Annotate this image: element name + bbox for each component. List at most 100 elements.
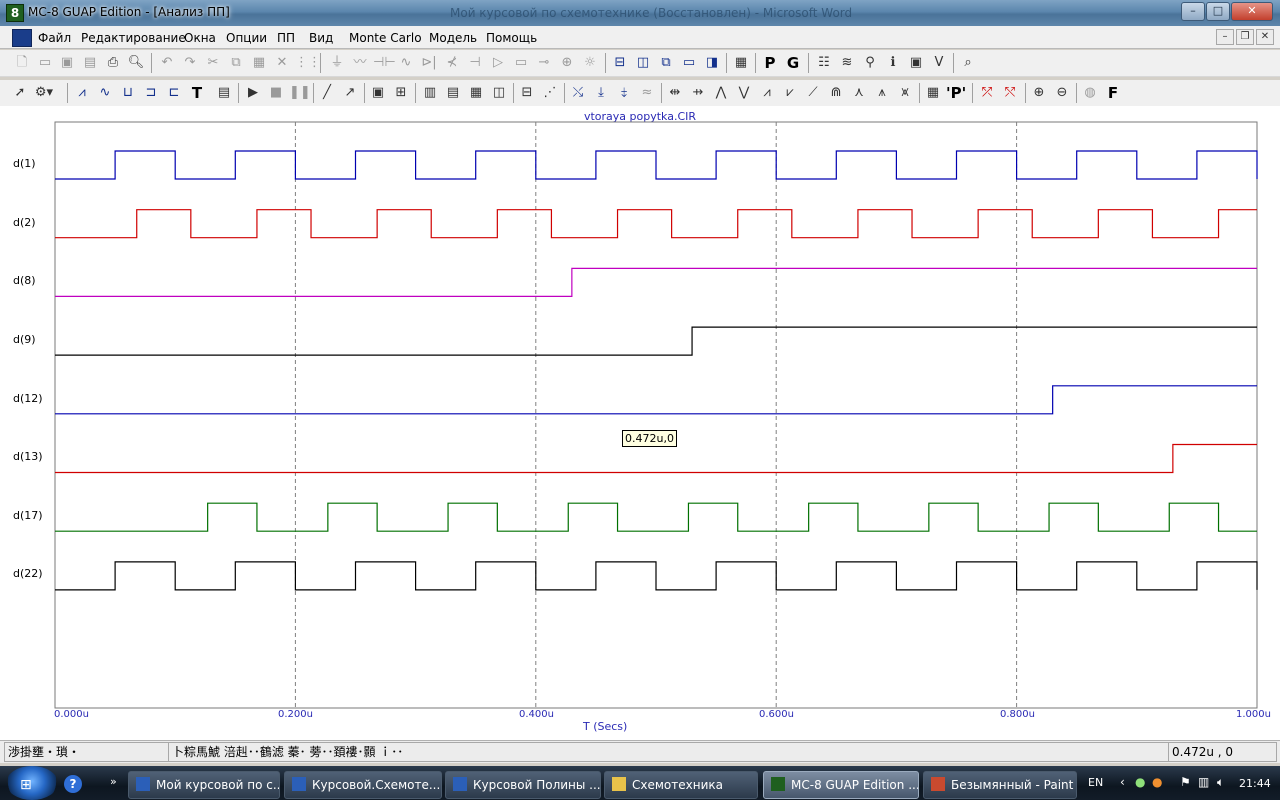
- cursor-y-icon[interactable]: ⤲: [1000, 83, 1020, 103]
- macro-icon[interactable]: ▭: [511, 53, 531, 73]
- save-all-icon[interactable]: ▤: [80, 53, 100, 73]
- pause-icon[interactable]: ❚❚: [289, 83, 311, 103]
- globe-icon[interactable]: ◍: [1080, 83, 1100, 103]
- high-icon[interactable]: ⩘: [757, 83, 777, 103]
- close-button[interactable]: ✕: [1231, 2, 1273, 21]
- resistor-icon[interactable]: 〰: [350, 53, 370, 73]
- redo-icon[interactable]: ↷: [180, 53, 200, 73]
- tray-app-icon[interactable]: ●: [1135, 775, 1145, 789]
- help-icon[interactable]: ?: [64, 775, 82, 793]
- waveform-chart[interactable]: [0, 106, 1280, 740]
- new-file-icon[interactable]: 🗋: [12, 53, 32, 73]
- scale-icon[interactable]: ⩘: [72, 83, 92, 103]
- p-key-icon[interactable]: P: [760, 53, 780, 73]
- capacitor-icon[interactable]: ⊣⊢: [373, 53, 396, 73]
- menu-edit[interactable]: Редактирование: [81, 31, 186, 45]
- horizontal-grid-icon[interactable]: ▤: [443, 83, 463, 103]
- tag-icon[interactable]: ⊐: [141, 83, 161, 103]
- tokens-icon[interactable]: ⋰: [540, 83, 560, 103]
- volume-icon[interactable]: 🔈︎: [1217, 775, 1224, 790]
- menu-monte-carlo[interactable]: Monte Carlo: [349, 31, 422, 45]
- baseline-icon[interactable]: ⊟: [517, 83, 537, 103]
- wire-icon[interactable]: ⊸: [534, 53, 554, 73]
- voltage-drop-icon[interactable]: V: [929, 53, 949, 73]
- inductor-icon[interactable]: ∿: [396, 53, 416, 73]
- start-button[interactable]: [6, 766, 58, 800]
- zoom-in-icon[interactable]: ⊕: [1029, 83, 1049, 103]
- select-all-icon[interactable]: ⋮⋮: [295, 53, 321, 73]
- source-icon[interactable]: ☼: [580, 53, 600, 73]
- open-folder-icon[interactable]: ▭: [35, 53, 55, 73]
- minor-grid-icon[interactable]: ▦: [466, 83, 486, 103]
- language-indicator[interactable]: EN: [1088, 776, 1103, 789]
- tray-security-icon[interactable]: ●: [1152, 775, 1162, 789]
- properties-icon[interactable]: ▤: [214, 83, 234, 103]
- menu-view[interactable]: Вид: [309, 31, 333, 45]
- cut-icon[interactable]: ✂: [203, 53, 223, 73]
- global-high-icon[interactable]: ⋏: [849, 83, 869, 103]
- tray-flag-icon[interactable]: ⚑: [1180, 775, 1191, 789]
- split-window-icon[interactable]: ◨: [702, 53, 722, 73]
- auto-scale-icon[interactable]: ⊔: [118, 83, 138, 103]
- opamp-icon[interactable]: ▷: [488, 53, 508, 73]
- inflection-icon[interactable]: ⋒: [826, 83, 846, 103]
- taskbar-item-mc8[interactable]: MC-8 GUAP Edition ...: [763, 771, 919, 799]
- taskbar-item-word-1[interactable]: Мой курсовой по с...: [128, 771, 280, 799]
- taskbar-item-folder[interactable]: Схемотехника: [604, 771, 758, 799]
- diode-icon[interactable]: ⊳|: [419, 53, 439, 73]
- save-icon[interactable]: ▣: [57, 53, 77, 73]
- menu-windows[interactable]: Окна: [184, 31, 216, 45]
- menu-help[interactable]: Помощь: [486, 31, 537, 45]
- copy-icon[interactable]: ⧉: [226, 53, 246, 73]
- point-tag-icon[interactable]: ⊏: [164, 83, 184, 103]
- cursor-next-icon[interactable]: ⤓: [591, 83, 611, 103]
- select-cursor-icon[interactable]: ➚: [10, 83, 30, 103]
- g-key-icon[interactable]: G: [783, 53, 803, 73]
- run-icon[interactable]: ▶: [243, 83, 263, 103]
- plot-window-icon[interactable]: ▣: [906, 53, 926, 73]
- paste-icon[interactable]: ▦: [249, 53, 269, 73]
- cursor-smooth-icon[interactable]: ≈: [637, 83, 657, 103]
- cursor-x-icon[interactable]: ⤱: [977, 83, 997, 103]
- undo-icon[interactable]: ↶: [157, 53, 177, 73]
- cursor-prev-icon[interactable]: ⤈: [614, 83, 634, 103]
- waveform-icon[interactable]: ≋: [837, 53, 857, 73]
- taskbar-item-paint[interactable]: Безымянный - Paint: [923, 771, 1077, 799]
- print-icon[interactable]: ⎙: [103, 53, 123, 73]
- menu-options[interactable]: Опции: [226, 31, 267, 45]
- valley-icon[interactable]: ⋁: [734, 83, 754, 103]
- find-icon[interactable]: ⌕: [958, 53, 978, 73]
- probe-icon[interactable]: ⚲: [860, 53, 880, 73]
- select-mode-dropdown-icon[interactable]: ⚙▾: [34, 83, 54, 103]
- delete-icon[interactable]: ✕: [272, 53, 292, 73]
- tile-horizontal-icon[interactable]: ⊟: [610, 53, 630, 73]
- ground-icon[interactable]: ⏚: [327, 53, 347, 73]
- slope-icon[interactable]: ⟋: [803, 83, 823, 103]
- battery-icon[interactable]: ⊣: [465, 53, 485, 73]
- minimize-button[interactable]: –: [1181, 2, 1205, 21]
- print-preview-icon[interactable]: 🔍︎: [126, 53, 146, 73]
- mdi-close-button[interactable]: ✕: [1256, 29, 1274, 45]
- data-table-icon[interactable]: ▦: [923, 83, 943, 103]
- cursor-mode-icon[interactable]: ⤯: [568, 83, 588, 103]
- mdi-restore-button[interactable]: ❐: [1236, 29, 1254, 45]
- global-low-icon[interactable]: ⩚: [872, 83, 892, 103]
- info-icon[interactable]: ℹ: [883, 53, 903, 73]
- app-icon[interactable]: 8: [6, 4, 24, 22]
- low-icon[interactable]: ⩗: [780, 83, 800, 103]
- point-value-icon[interactable]: 'P': [946, 83, 966, 103]
- mdi-minimize-button[interactable]: –: [1216, 29, 1234, 45]
- vertical-grid-icon[interactable]: ▥: [420, 83, 440, 103]
- taskbar-item-word-3[interactable]: Курсовой Полины ...: [445, 771, 601, 799]
- grid-lines-icon[interactable]: ◫: [489, 83, 509, 103]
- stop-icon[interactable]: ■: [266, 83, 286, 103]
- arrow-line-icon[interactable]: ↗: [340, 83, 360, 103]
- wave-scale-icon[interactable]: ∿: [95, 83, 115, 103]
- peak-icon[interactable]: ⋀: [711, 83, 731, 103]
- quick-launch-expand-icon[interactable]: »: [110, 775, 117, 788]
- move-right-icon[interactable]: ⇸: [688, 83, 708, 103]
- component-list-icon[interactable]: ☷: [814, 53, 834, 73]
- maximize-button[interactable]: □: [1206, 2, 1230, 21]
- move-left-icon[interactable]: ⇹: [665, 83, 685, 103]
- zoom-out-icon[interactable]: ⊖: [1052, 83, 1072, 103]
